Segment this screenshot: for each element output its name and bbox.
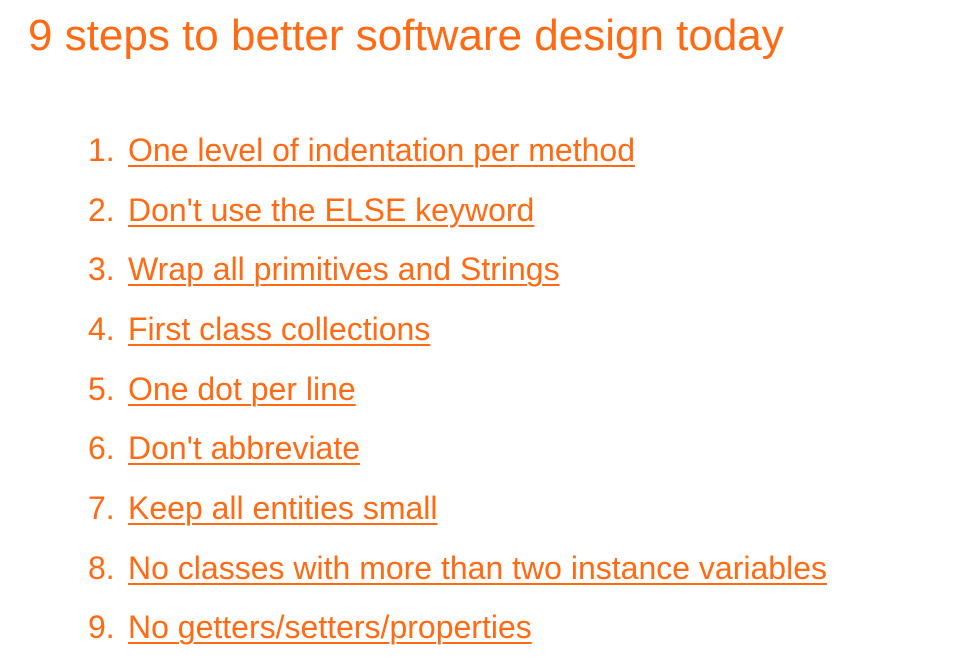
step-link-3[interactable]: Wrap all primitives and Strings [128, 249, 560, 289]
step-number: 5. [88, 370, 115, 407]
step-link-4[interactable]: First class collections [128, 309, 430, 349]
list-item: 3. Wrap all primitives and Strings [88, 239, 827, 299]
list-item: 8. No classes with more than two instanc… [88, 538, 827, 598]
step-link-1[interactable]: One level of indentation per method [128, 130, 635, 170]
step-number: 2. [88, 191, 115, 228]
page-title: 9 steps to better software design today [28, 11, 784, 60]
step-link-5[interactable]: One dot per line [128, 369, 356, 409]
step-link-9[interactable]: No getters/setters/properties [128, 607, 532, 647]
list-item: 4. First class collections [88, 299, 827, 359]
step-link-6[interactable]: Don't abbreviate [128, 428, 360, 468]
step-number: 4. [88, 310, 115, 347]
step-link-7[interactable]: Keep all entities small [128, 488, 437, 528]
list-item: 7. Keep all entities small [88, 478, 827, 538]
steps-list: 1. One level of indentation per method 2… [88, 120, 827, 657]
step-number: 7. [88, 489, 115, 526]
list-item: 5. One dot per line [88, 359, 827, 419]
step-number: 6. [88, 430, 115, 467]
step-number: 3. [88, 251, 115, 288]
list-item: 6. Don't abbreviate [88, 418, 827, 478]
step-number: 9. [88, 609, 115, 646]
list-item: 9. No getters/setters/properties [88, 598, 827, 658]
step-link-8[interactable]: No classes with more than two instance v… [128, 548, 827, 588]
list-item: 2. Don't use the ELSE keyword [88, 180, 827, 240]
step-link-2[interactable]: Don't use the ELSE keyword [128, 190, 534, 230]
step-number: 1. [88, 131, 115, 168]
list-item: 1. One level of indentation per method [88, 120, 827, 180]
step-number: 8. [88, 549, 115, 586]
